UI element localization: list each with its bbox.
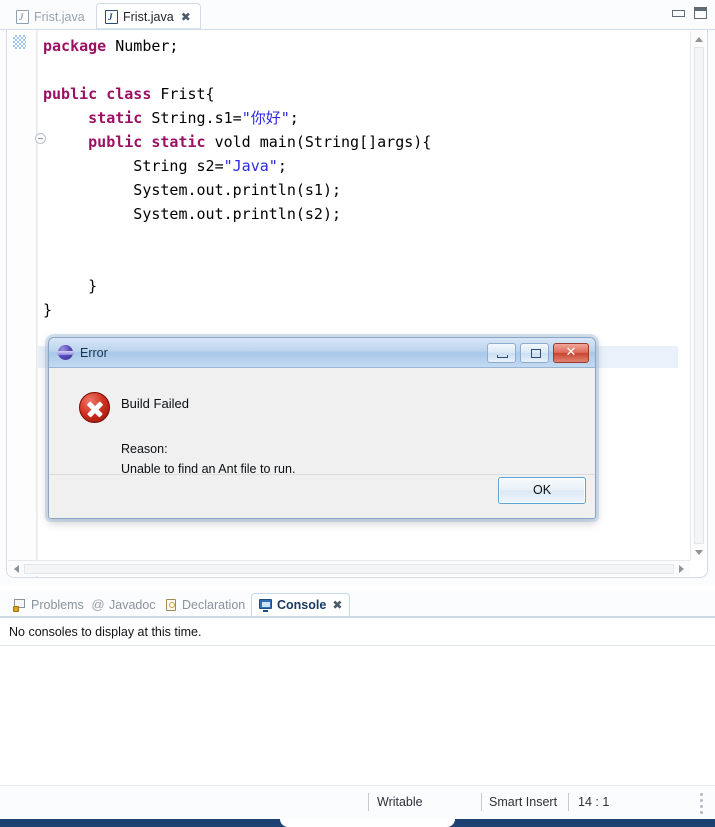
dialog-reason-label: Reason: bbox=[121, 442, 168, 456]
code-line: } bbox=[43, 301, 53, 319]
tab-javadoc[interactable]: @ Javadoc bbox=[84, 593, 163, 617]
tab-declaration[interactable]: Declaration bbox=[157, 593, 252, 617]
close-icon[interactable]: ✖ bbox=[332, 599, 342, 611]
editor-view-buttons bbox=[672, 7, 707, 19]
ok-button[interactable]: OK bbox=[498, 477, 586, 504]
status-insert-mode: Smart Insert bbox=[489, 795, 558, 809]
editor-tab-label: Frist.java bbox=[34, 9, 85, 24]
console-divider bbox=[0, 645, 715, 646]
tab-label: Javadoc bbox=[109, 598, 156, 612]
javadoc-at-icon: @ bbox=[91, 597, 105, 612]
close-icon: ✕ bbox=[565, 345, 577, 360]
eclipse-sphere-icon bbox=[57, 345, 74, 360]
minimize-button[interactable] bbox=[487, 343, 516, 363]
code-line: public static vold main(String[]args){ bbox=[88, 133, 432, 151]
error-dialog: Error ✕ Build Failed Reason: Unable to f… bbox=[48, 337, 596, 519]
editor-vertical-scrollbar[interactable] bbox=[690, 31, 706, 560]
dialog-content: Build Failed Reason: Unable to find an A… bbox=[49, 368, 595, 476]
editor-tab-bar: J Frist.java J Frist.java ✖ bbox=[0, 0, 715, 30]
close-button[interactable]: ✕ bbox=[553, 343, 589, 363]
status-separator bbox=[568, 793, 569, 811]
editor-horizontal-scrollbar[interactable] bbox=[8, 560, 690, 576]
dialog-heading: Build Failed bbox=[121, 396, 189, 411]
scroll-left-icon[interactable] bbox=[8, 561, 24, 577]
status-bar: Writable Smart Insert 14 : 1 bbox=[0, 785, 715, 819]
restore-button[interactable] bbox=[520, 343, 549, 363]
java-file-icon: J bbox=[105, 9, 118, 24]
code-line: String s2="Java"; bbox=[43, 157, 287, 175]
dialog-window-buttons: ✕ bbox=[487, 343, 589, 363]
declaration-icon bbox=[164, 598, 178, 612]
status-cursor-position: 14 : 1 bbox=[578, 795, 610, 809]
editor-gutter[interactable] bbox=[7, 30, 37, 577]
bottom-view-panel: Problems @ Javadoc Declaration Console ✖ bbox=[0, 591, 715, 785]
minimize-icon[interactable] bbox=[672, 7, 685, 19]
status-resize-handle[interactable] bbox=[700, 793, 703, 814]
editor-tab-label: Frist.java bbox=[123, 9, 174, 24]
gutter-divider bbox=[37, 30, 38, 577]
code-line: public class Frist{ bbox=[43, 85, 215, 103]
tab-label: Console bbox=[277, 598, 327, 612]
code-line: System.out.println(s1); bbox=[43, 181, 342, 199]
code-line: package Number; bbox=[43, 37, 179, 55]
dialog-title: Error bbox=[80, 345, 108, 360]
problems-icon bbox=[13, 598, 27, 612]
maximize-icon[interactable] bbox=[694, 7, 707, 19]
scroll-down-icon[interactable] bbox=[691, 544, 707, 560]
code-line: static String.s1="你好"; bbox=[88, 109, 299, 127]
editor-tab-frist-java-2[interactable]: J Frist.java ✖ bbox=[96, 3, 201, 30]
status-writable: Writable bbox=[377, 795, 423, 809]
dialog-reason-block: Reason: Unable to find an Ant file to ru… bbox=[121, 439, 295, 479]
scroll-right-icon[interactable] bbox=[674, 561, 690, 577]
tab-label: Declaration bbox=[182, 598, 246, 612]
dialog-title-bar[interactable]: Error ✕ bbox=[49, 338, 595, 368]
error-circle-icon bbox=[79, 392, 110, 423]
status-separator bbox=[368, 793, 369, 811]
console-output-area[interactable]: No consoles to display at this time. bbox=[0, 617, 715, 785]
close-icon[interactable]: ✖ bbox=[181, 11, 191, 23]
java-file-icon: J bbox=[16, 9, 29, 24]
tab-console[interactable]: Console ✖ bbox=[251, 593, 351, 617]
tab-label: Problems bbox=[31, 598, 84, 612]
tab-problems[interactable]: Problems bbox=[6, 593, 91, 617]
editor-tab-frist-java-1[interactable]: J Frist.java bbox=[8, 3, 94, 30]
console-empty-message: No consoles to display at this time. bbox=[9, 625, 202, 639]
horizontal-scroll-thumb[interactable] bbox=[24, 564, 674, 574]
console-monitor-icon bbox=[259, 598, 273, 612]
occurrence-marker-icon bbox=[13, 35, 26, 49]
eclipse-window: J Frist.java J Frist.java ✖ package Numb… bbox=[0, 0, 715, 827]
code-line: System.out.println(s2); bbox=[43, 205, 342, 223]
source-code[interactable]: package Number; public class Frist{ stat… bbox=[43, 34, 687, 322]
window-bottom-edge bbox=[0, 819, 715, 827]
status-separator bbox=[481, 793, 482, 811]
dialog-footer: OK bbox=[49, 474, 595, 518]
code-line: } bbox=[43, 277, 98, 295]
vertical-scroll-thumb[interactable] bbox=[694, 47, 704, 544]
bottom-tab-bar: Problems @ Javadoc Declaration Console ✖ bbox=[0, 591, 715, 617]
scroll-up-icon[interactable] bbox=[691, 31, 707, 47]
